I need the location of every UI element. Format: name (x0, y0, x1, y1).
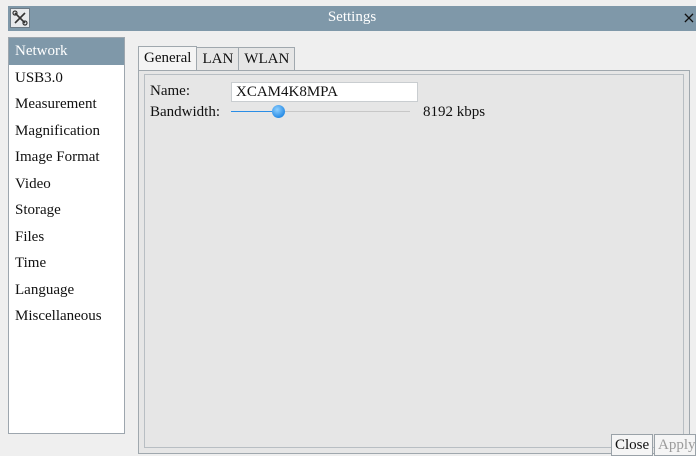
name-label: Name: (150, 83, 190, 99)
general-group: Name: Bandwidth: 8192 kbps (144, 74, 684, 448)
sidebar-item-magnification[interactable]: Magnification (9, 118, 124, 145)
sidebar-item-image-format[interactable]: Image Format (9, 144, 124, 171)
apply-button[interactable]: Apply (654, 434, 696, 456)
bandwidth-slider-handle[interactable] (271, 105, 285, 118)
sidebar-item-measurement[interactable]: Measurement (9, 91, 124, 118)
bandwidth-slider[interactable] (231, 105, 410, 118)
sidebar-item-usb3[interactable]: USB3.0 (9, 65, 124, 92)
settings-category-list: Network USB3.0 Measurement Magnification… (8, 37, 125, 434)
sidebar-item-network[interactable]: Network (9, 38, 124, 65)
sidebar-item-video[interactable]: Video (9, 171, 124, 198)
window-title: Settings (327, 9, 377, 25)
tab-general[interactable]: General (138, 46, 198, 70)
sidebar-item-time[interactable]: Time (9, 250, 124, 277)
sidebar-item-files[interactable]: Files (9, 224, 124, 251)
title-bar: Settings × (8, 6, 696, 31)
sidebar-item-miscellaneous[interactable]: Miscellaneous (9, 303, 124, 330)
close-button[interactable]: Close (611, 434, 653, 456)
bandwidth-slider-fill (231, 111, 278, 112)
name-input[interactable] (231, 82, 418, 102)
sidebar-item-storage[interactable]: Storage (9, 197, 124, 224)
network-settings-panel: GeneralLANWLAN Name: Bandwidth: 8192 kbp… (133, 37, 694, 454)
bandwidth-label: Bandwidth: (150, 104, 220, 120)
tab-wlan[interactable]: WLAN (238, 47, 296, 70)
close-icon[interactable]: × (682, 7, 696, 29)
sidebar-item-language[interactable]: Language (9, 277, 124, 304)
bandwidth-value: 8192 kbps (423, 104, 486, 120)
tab-content: Name: Bandwidth: 8192 kbps (138, 70, 690, 454)
tab-lan[interactable]: LAN (196, 47, 240, 70)
tab-bar: General LAN WLAN (138, 46, 296, 70)
